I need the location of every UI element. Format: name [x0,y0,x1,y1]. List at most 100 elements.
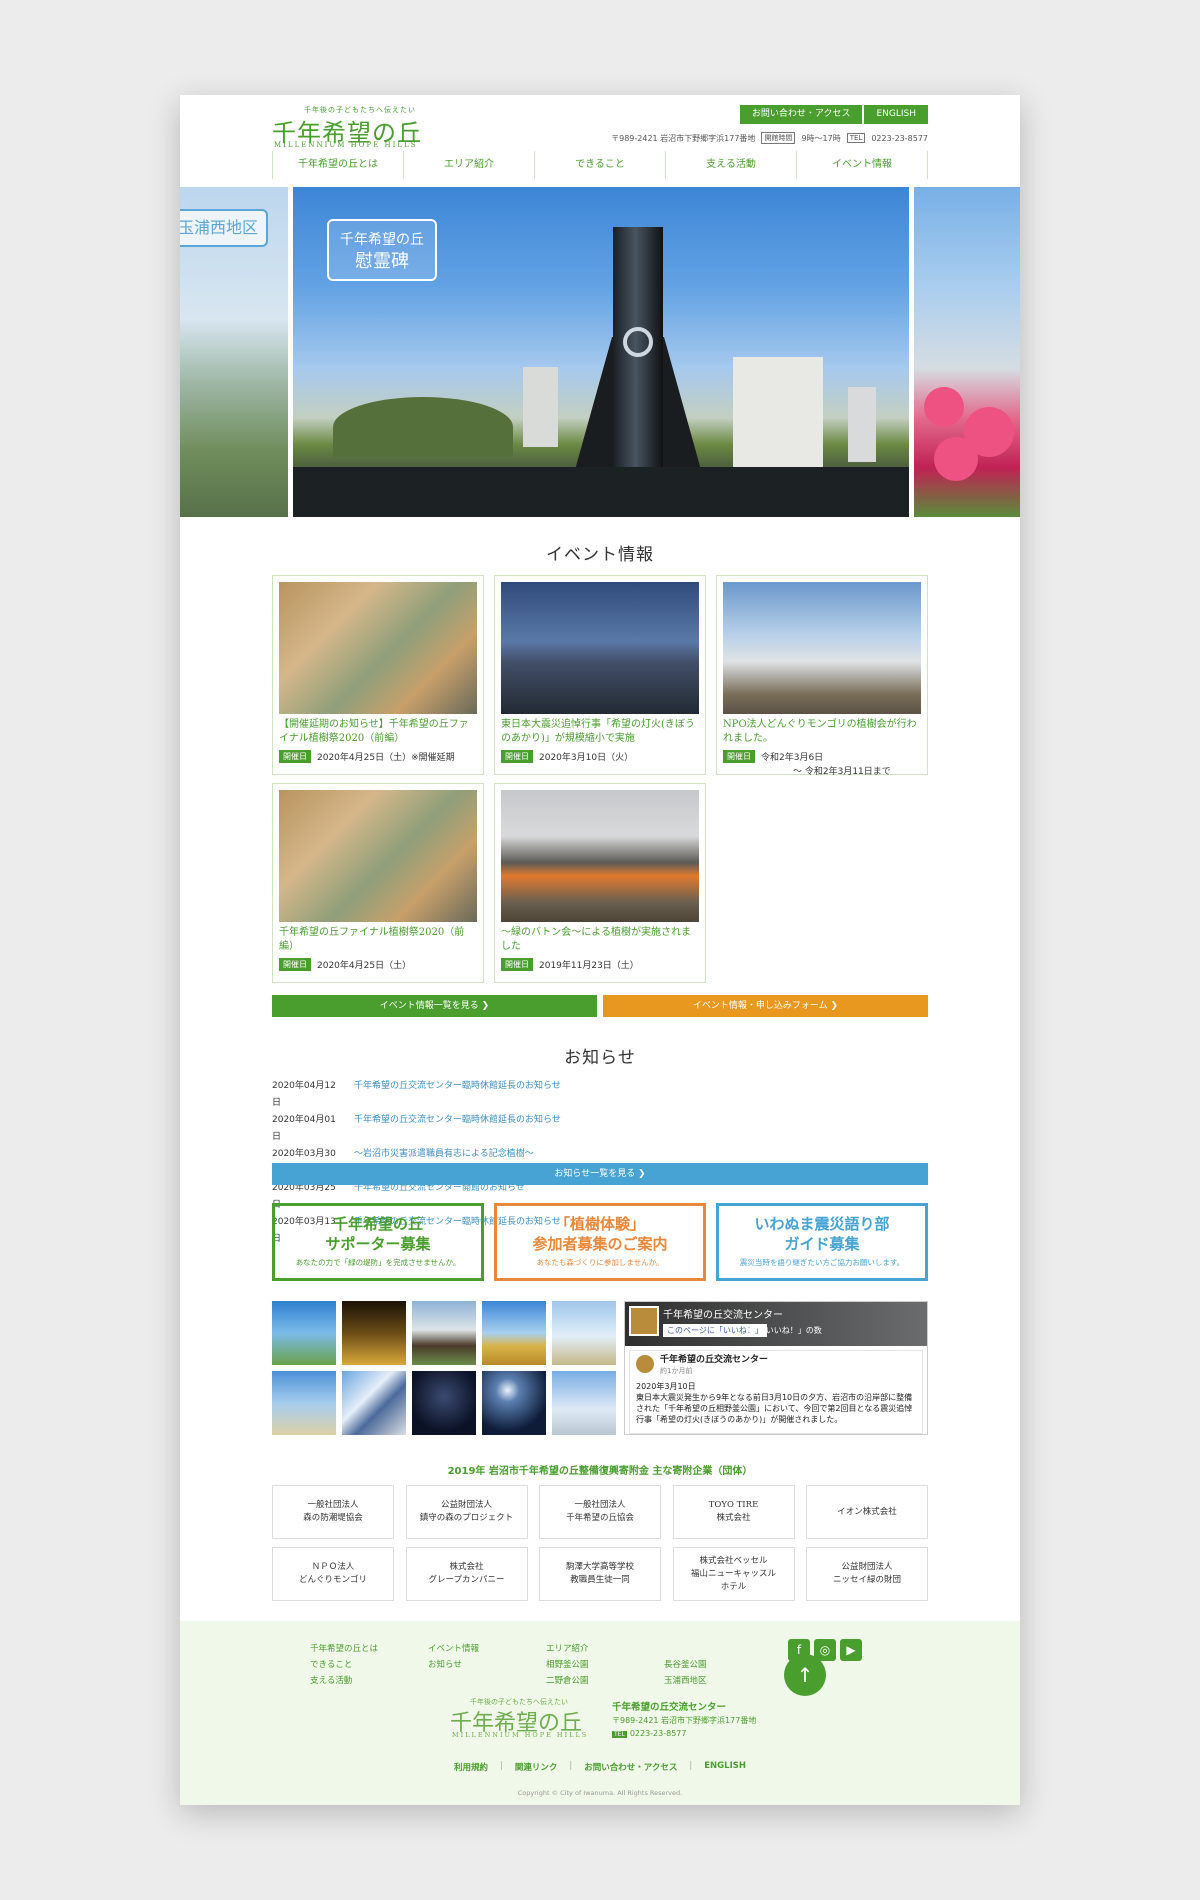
facebook-widget[interactable]: 千年希望の丘交流センター このページに「いいね！」 94 「いいね！」の数 千年… [624,1301,928,1435]
banner-line1: 「植樹体験」 [554,1215,645,1233]
site-header: 千年後の子どもたちへ伝えたい 千年希望の丘 MILLENNIUM HOPE HI… [180,95,1020,187]
gallery-photo[interactable] [482,1301,546,1365]
gallery-photo[interactable] [552,1371,616,1435]
contact-link[interactable]: お問い合わせ・アクセス [584,1761,677,1773]
news-title: お知らせ [564,1048,636,1068]
tel-label: TEL [846,133,866,143]
contact-access-button[interactable]: お問い合わせ・アクセス [739,105,863,124]
event-thumbnail[interactable] [501,582,699,714]
event-card[interactable]: 【開催延期のお知らせ】千年希望の丘ファイナル植樹祭2020（前編） 開催日 202… [272,575,484,775]
gallery-photo[interactable] [272,1301,336,1365]
terms-link[interactable]: 利用規約 [454,1761,488,1773]
gallery-photo[interactable] [412,1301,476,1365]
nav-item-area[interactable]: エリア紹介 [404,151,535,179]
banner-line2: 参加者募集のご案内 [532,1235,668,1253]
slide-prev[interactable]: 玉浦西地区 [180,187,288,517]
footer-tel-row: TEL 0223-23-8577 [612,1727,756,1741]
slide-current[interactable]: 千年希望の丘 慰霊碑 [293,187,909,517]
event-thumbnail[interactable] [279,790,477,922]
footer-link[interactable]: 千年希望の丘とは [310,1641,398,1657]
banner-sub: 震災当時を語り継ぎたい方ご協力お願いします。 [739,1258,905,1267]
event-title[interactable]: 東日本大震災追悼行事「希望の灯火(きぼうのあかり)」が規模縮小で実施 [501,718,699,746]
event-title[interactable]: 〜緑のバトン会〜による植樹が実施されました [501,926,699,954]
event-buttons: イベント情報一覧を見る ❯ イベント情報・申し込みフォーム ❯ [272,995,928,1017]
event-title[interactable]: 【開催延期のお知らせ】千年希望の丘ファイナル植樹祭2020（前編） [279,718,477,746]
site-logo[interactable]: 千年後の子どもたちへ伝えたい 千年希望の丘 MILLENNIUM HOPE HI… [272,103,422,149]
event-thumbnail[interactable] [279,582,477,714]
footer-link[interactable]: お知らせ [428,1657,516,1673]
nav-item-events[interactable]: イベント情報 [797,151,928,179]
footer-link[interactable]: イベント情報 [428,1641,516,1657]
event-card[interactable]: 千年希望の丘ファイナル植樹祭2020（前編） 開催日 2020年4月25日（土） [272,783,484,983]
gallery-photo[interactable] [272,1371,336,1435]
planting-banner[interactable]: 「植樹体験」 参加者募集のご案内 あなたも森づくりに参加しませんか。 [494,1203,706,1281]
hours-label: 開館時間 [761,132,796,144]
event-date: 開催日 2020年3月10日（火） [501,750,699,763]
facebook-post-header: 千年希望の丘交流センター 約1か月前 [660,1355,916,1377]
news-list-button[interactable]: お知らせ一覧を見る ❯ [272,1163,928,1185]
footer-logo[interactable]: 千年後の子どもたちへ伝えたい 千年希望の丘 MILLENNIUM HOPE HI… [450,1697,590,1739]
slide-next[interactable] [914,187,1020,517]
logo-english: MILLENNIUM HOPE HILLS [274,141,418,149]
footer-link[interactable]: 玉浦西地区 [664,1673,752,1689]
footer-col: 長谷釜公園 玉浦西地区 [664,1641,752,1689]
donor-item: 駒澤大学高等学校 教職員生徒一同 [539,1547,661,1601]
back-to-top-button[interactable]: ↑ [784,1654,826,1696]
event-form-button[interactable]: イベント情報・申し込みフォーム ❯ [603,995,928,1017]
separator: | [500,1761,503,1771]
event-list-button[interactable]: イベント情報一覧を見る ❯ [272,995,597,1017]
gallery-photo[interactable] [552,1301,616,1365]
english-button[interactable]: ENGLISH [864,105,928,124]
event-title[interactable]: NPO法人どんぐりモンゴリの植樹会が行われました。 [723,718,921,746]
stone-slab [733,357,823,467]
event-thumbnail[interactable] [501,790,699,922]
youtube-icon[interactable]: ▶ [840,1639,862,1661]
event-card[interactable]: NPO法人どんぐりモンゴリの植樹会が行われました。 開催日 令和2年3月6日 〜 … [716,575,928,777]
footer-center-name: 千年希望の丘交流センター [612,1702,727,1713]
gallery-photo[interactable] [342,1371,406,1435]
event-card[interactable]: 〜緑のバトン会〜による植樹が実施されました 開催日 2019年11月23日（土） [494,783,706,983]
supporter-banner[interactable]: 千年希望の丘 サポーター募集 あなたの力で「緑の堤防」を完成させませんか。 [272,1203,484,1281]
footer-link[interactable]: 二野倉公園 [546,1673,634,1689]
donor-item: TOYO TIRE 株式会社 [672,1485,795,1539]
instagram-gallery [272,1301,628,1435]
footer-link[interactable]: できること [310,1657,398,1673]
footer-link[interactable]: 支える活動 [310,1673,398,1689]
gallery-photo[interactable] [482,1371,546,1435]
footer-link[interactable]: 相野釜公園 [546,1657,634,1673]
news-item[interactable]: 2020年04月01日 千年希望の丘交流センター臨時休館延長のお知らせ [272,1112,928,1146]
news-link[interactable]: 千年希望の丘交流センター臨時休館延長のお知らせ [354,1078,561,1112]
facebook-post-time: 約1か月前 [660,1367,693,1375]
facebook-post-name[interactable]: 千年希望の丘交流センター [660,1355,916,1366]
event-date-badge: 開催日 [279,750,311,763]
footer-link[interactable]: 長谷釜公園 [664,1657,752,1673]
guide-banner[interactable]: いわぬま震災語り部 ガイド募集 震災当時を語り継ぎたい方ご協力お願いします。 [716,1203,928,1281]
donors-grid: 一般社団法人 森の防潮堤協会 公益財団法人 鎮守の森のプロジェクト 一般社団法人… [272,1485,928,1601]
facebook-post-avatar [636,1355,654,1373]
event-title[interactable]: 千年希望の丘ファイナル植樹祭2020（前編） [279,926,477,954]
gallery-photo[interactable] [412,1371,476,1435]
slide-label-tamaura: 玉浦西地区 [180,209,268,247]
nav-item-activities[interactable]: できること [535,151,666,179]
event-card[interactable]: 東日本大震災追悼行事「希望の灯火(きぼうのあかり)」が規模縮小で実施 開催日 20… [494,575,706,775]
facebook-post[interactable]: 千年希望の丘交流センター 約1か月前 2020年3月10日 東日本大震災発生から… [629,1350,923,1434]
donors-title: 2019年 岩沼市千年希望の丘整備復興寄附金 主な寄附企業（団体） [447,1466,753,1477]
related-links-link[interactable]: 関連リンク [515,1761,558,1773]
facebook-page-avatar[interactable] [629,1306,659,1336]
footer-col: 千年希望の丘とは できること 支える活動 [310,1641,398,1689]
hero-slider[interactable]: 玉浦西地区 千年希望の丘 慰霊碑 [180,187,1020,517]
english-link[interactable]: ENGLISH [704,1761,746,1773]
nav-item-about[interactable]: 千年希望の丘とは [273,151,404,179]
event-thumbnail[interactable] [723,582,921,714]
nav-item-support[interactable]: 支える活動 [666,151,797,179]
footer-link[interactable]: エリア紹介 [546,1641,634,1657]
news-link[interactable]: 千年希望の丘交流センター臨時休館延長のお知らせ [354,1112,561,1146]
footer-tel: 0223-23-8577 [629,1729,687,1738]
slide-label-memorial: 千年希望の丘 慰霊碑 [327,219,437,281]
banner-line2: サポーター募集 [325,1235,431,1253]
news-item[interactable]: 2020年04月12日 千年希望の丘交流センター臨時休館延長のお知らせ [272,1078,928,1112]
facebook-page-name[interactable]: 千年希望の丘交流センター [663,1306,783,1321]
gallery-photo[interactable] [342,1301,406,1365]
event-date-text: 令和2年3月6日 [761,753,824,763]
page: 千年後の子どもたちへ伝えたい 千年希望の丘 MILLENNIUM HOPE HI… [180,95,1020,1805]
